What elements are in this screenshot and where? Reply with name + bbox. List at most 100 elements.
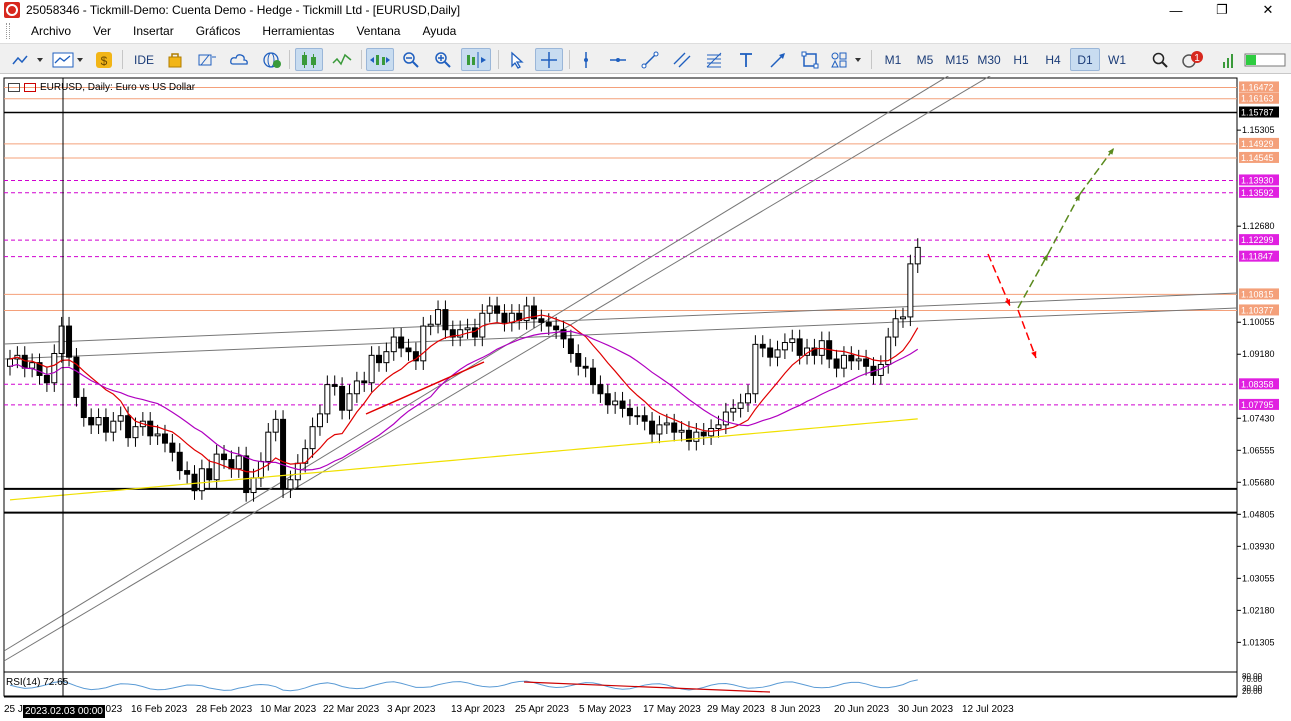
trendline-button[interactable] — [639, 48, 661, 71]
candle-body — [206, 468, 213, 481]
vps-button[interactable] — [260, 48, 284, 71]
svg-text:$: $ — [101, 54, 108, 68]
vertical-line-icon — [584, 51, 588, 68]
timeframe-d1[interactable]: D1 — [1070, 48, 1100, 71]
candle-body — [767, 347, 774, 358]
candle-body — [368, 354, 375, 384]
menu-bar: Archivo Ver Insertar Gráficos Herramient… — [0, 20, 1291, 42]
date-axis-label: 25 Apr 2023 — [515, 704, 569, 715]
zoom-in-button[interactable] — [432, 48, 454, 71]
timeframe-m30[interactable]: M30 — [974, 48, 1004, 71]
lock-button[interactable] — [164, 48, 186, 71]
menu-graficos[interactable]: Gráficos — [185, 24, 252, 38]
autoscroll-button[interactable] — [366, 48, 394, 71]
market-button[interactable]: $ — [93, 48, 115, 71]
price-label: 1.08358 — [1241, 379, 1274, 389]
candle-body — [442, 309, 449, 331]
crosshair-tool-button[interactable] — [535, 48, 563, 71]
candle-body — [708, 428, 715, 437]
candle-body — [420, 325, 427, 362]
candle-body — [243, 455, 250, 494]
price-axis-label: 1.02180 — [1242, 605, 1275, 615]
candle-body — [161, 433, 168, 444]
toolbar-separator — [122, 50, 123, 69]
line-button[interactable] — [329, 48, 355, 71]
toolbar-separator — [569, 50, 570, 69]
candle-body — [265, 431, 272, 462]
timeframe-w1[interactable]: W1 — [1102, 48, 1132, 71]
channel-button[interactable] — [671, 48, 693, 71]
candle-body — [132, 426, 139, 439]
price-chart[interactable]: 1.15305 1.12680 1.10055 1.09180 1.07430 1.065… — [0, 76, 1291, 721]
candle-body — [228, 459, 235, 470]
menu-ver[interactable]: Ver — [82, 24, 122, 38]
notifications-button[interactable]: 1 — [1178, 48, 1206, 71]
menu-ayuda[interactable]: Ayuda — [411, 24, 467, 38]
candle-body — [427, 323, 434, 327]
candle-body — [545, 321, 552, 327]
cursor-tool-button[interactable] — [505, 48, 529, 71]
candle-body — [7, 358, 13, 367]
price-axis-label: 1.03055 — [1242, 573, 1275, 583]
timeframe-m5[interactable]: M5 — [910, 48, 940, 71]
menu-herramientas[interactable]: Herramientas — [251, 24, 345, 38]
signal-strength-button[interactable] — [1218, 48, 1240, 71]
candle-body — [176, 451, 183, 472]
candle-body — [501, 312, 508, 323]
candle-body — [899, 316, 906, 320]
rsi-level-label: 70.00 — [1242, 675, 1263, 684]
chart-window[interactable]: 1.15305 1.12680 1.10055 1.09180 1.07430 1.065… — [0, 76, 1291, 721]
text-tool-button[interactable] — [735, 48, 757, 71]
close-button[interactable]: ✕ — [1245, 0, 1291, 20]
chart-shift-button[interactable] — [461, 48, 491, 71]
menu-ventana[interactable]: Ventana — [345, 24, 411, 38]
chart-type-dropdown[interactable] — [10, 48, 46, 71]
candlestick-button[interactable] — [295, 48, 323, 71]
notification-count: 1 — [1194, 53, 1200, 64]
menu-archivo[interactable]: Archivo — [20, 24, 82, 38]
horizontal-line-button[interactable] — [607, 48, 629, 71]
chart-window-icon — [52, 52, 83, 67]
fibonacci-button[interactable] — [703, 48, 725, 71]
candlestick-icon — [302, 51, 316, 68]
candle-body — [280, 418, 287, 490]
candle-body — [102, 417, 109, 433]
menu-insertar[interactable]: Insertar — [122, 24, 185, 38]
timeframe-h4[interactable]: H4 — [1038, 48, 1068, 71]
signals-button[interactable] — [196, 48, 218, 71]
text-icon — [740, 52, 752, 67]
title-bar: 25058346 - Tickmill-Demo: Cuenta Demo - … — [0, 0, 1291, 20]
candle-body — [907, 263, 914, 318]
minimize-button[interactable]: — — [1153, 0, 1199, 20]
candle-body — [730, 407, 737, 413]
candle-body — [892, 318, 899, 338]
search-button[interactable] — [1149, 48, 1171, 71]
fibonacci-icon — [706, 52, 722, 67]
zoom-out-button[interactable] — [400, 48, 422, 71]
chart-shift-icon — [467, 51, 486, 68]
candle-body — [331, 384, 338, 387]
candle-body — [840, 354, 847, 369]
price-axis-label: 1.01305 — [1242, 637, 1275, 647]
price-label: 1.11847 — [1241, 252, 1273, 262]
timeframe-m15[interactable]: M15 — [942, 48, 972, 71]
cloud-button[interactable] — [228, 48, 250, 71]
rectangle-tool-button[interactable] — [799, 48, 821, 71]
ide-button[interactable]: IDE — [128, 48, 160, 71]
horizontal-line-icon — [610, 57, 626, 62]
candle-body — [383, 351, 390, 364]
restore-button[interactable]: ❐ — [1199, 0, 1245, 20]
toolbar-separator — [289, 50, 290, 69]
vertical-line-button[interactable] — [575, 48, 597, 71]
toolbar-separator — [871, 50, 872, 69]
date-axis-label: 13 Apr 2023 — [451, 704, 505, 715]
arrow-tool-button[interactable] — [767, 48, 789, 71]
shapes-dropdown[interactable] — [829, 48, 865, 71]
candle-body — [508, 312, 515, 323]
chart-template-dropdown[interactable] — [50, 48, 86, 71]
candle-body — [221, 453, 228, 461]
date-axis-label: 5 May 2023 — [579, 704, 632, 715]
candle-body — [604, 393, 611, 406]
timeframe-h1[interactable]: H1 — [1006, 48, 1036, 71]
timeframe-m1[interactable]: M1 — [878, 48, 908, 71]
